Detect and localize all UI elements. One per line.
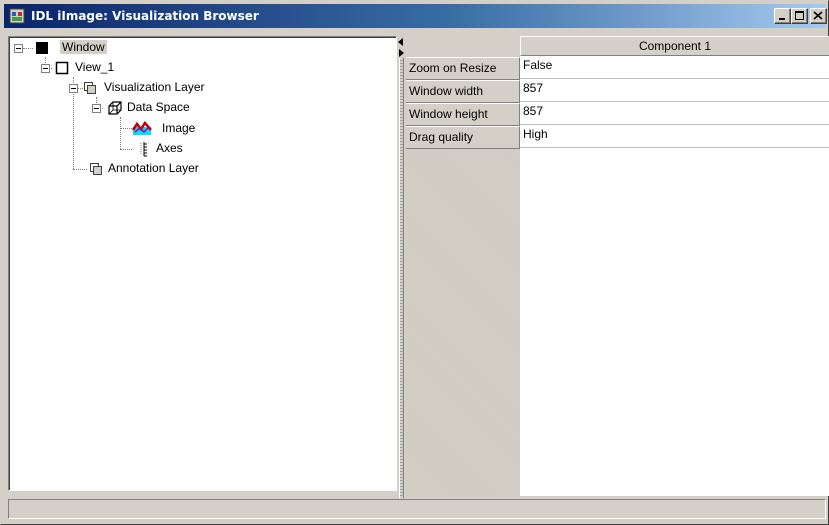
close-button[interactable]	[810, 8, 827, 24]
pane-splitter[interactable]	[397, 36, 405, 498]
collapse-toggle-icon[interactable]	[69, 84, 78, 93]
property-name-window-height: Window height	[406, 103, 520, 126]
tree-node-view[interactable]: View_1	[9, 58, 389, 78]
property-value-zoom-on-resize[interactable]: False	[520, 56, 829, 79]
property-name-window-width: Window width	[406, 80, 520, 103]
tree-node-visualization-layer[interactable]: Visualization Layer	[9, 78, 389, 98]
tree-node-label: Window	[60, 40, 107, 54]
window-title: IDL iImage: Visualization Browser	[31, 9, 259, 23]
property-name-drag-quality: Drag quality	[406, 126, 520, 149]
tree-node-axes[interactable]: Axes	[9, 139, 389, 159]
tree-node-label: Visualization Layer	[104, 80, 205, 94]
visualization-tree[interactable]: Window View_1 Visualization Layer Data S…	[8, 36, 397, 491]
minimize-button[interactable]	[774, 8, 791, 24]
status-bar	[8, 499, 826, 519]
layer-icon	[82, 80, 98, 96]
collapse-toggle-icon[interactable]	[14, 44, 23, 53]
tree-node-label: Data Space	[127, 100, 190, 114]
tree-node-window[interactable]: Window	[9, 38, 389, 58]
property-value-window-height[interactable]: 857	[520, 102, 829, 125]
splitter-grip[interactable]	[399, 58, 404, 498]
idl-app-icon[interactable]	[9, 8, 25, 24]
close-icon	[813, 11, 823, 20]
tree-node-label: Annotation Layer	[108, 161, 199, 175]
maximize-button[interactable]	[791, 8, 808, 24]
visualization-browser-window: IDL iImage: Visualization Browser Window…	[0, 0, 829, 525]
data-space-cube-icon	[107, 100, 123, 116]
tree-node-annotation-layer[interactable]: Annotation Layer	[9, 159, 389, 179]
grid-corner	[406, 36, 520, 56]
tree-node-label: View_1	[75, 60, 115, 74]
image-icon	[131, 120, 158, 136]
tree-node-label: Image	[162, 121, 196, 135]
property-value-window-width[interactable]: 857	[520, 79, 829, 102]
minimize-icon	[779, 18, 785, 20]
window-square-icon	[34, 40, 50, 56]
title-bar[interactable]: IDL iImage: Visualization Browser	[4, 4, 827, 28]
property-value-drag-quality[interactable]: High	[520, 125, 829, 148]
property-name-zoom-on-resize: Zoom on Resize	[406, 57, 520, 80]
tree-node-image[interactable]: Image	[9, 119, 389, 139]
tree-node-label: Axes	[156, 141, 183, 155]
collapse-left-arrow-icon[interactable]	[397, 36, 405, 46]
column-header-component[interactable]: Component 1	[520, 36, 829, 56]
layer-icon	[88, 161, 104, 177]
expand-right-arrow-icon[interactable]	[397, 47, 405, 57]
collapse-toggle-icon[interactable]	[41, 64, 50, 73]
view-square-icon	[54, 60, 70, 76]
collapse-toggle-icon[interactable]	[92, 104, 101, 113]
tree-node-data-space[interactable]: Data Space	[9, 98, 389, 118]
property-grid-empty-area	[520, 148, 829, 496]
axes-icon	[137, 141, 153, 157]
maximize-icon	[795, 11, 804, 20]
property-sheet[interactable]: Component 1 Zoom on Resize False Window …	[406, 36, 829, 496]
